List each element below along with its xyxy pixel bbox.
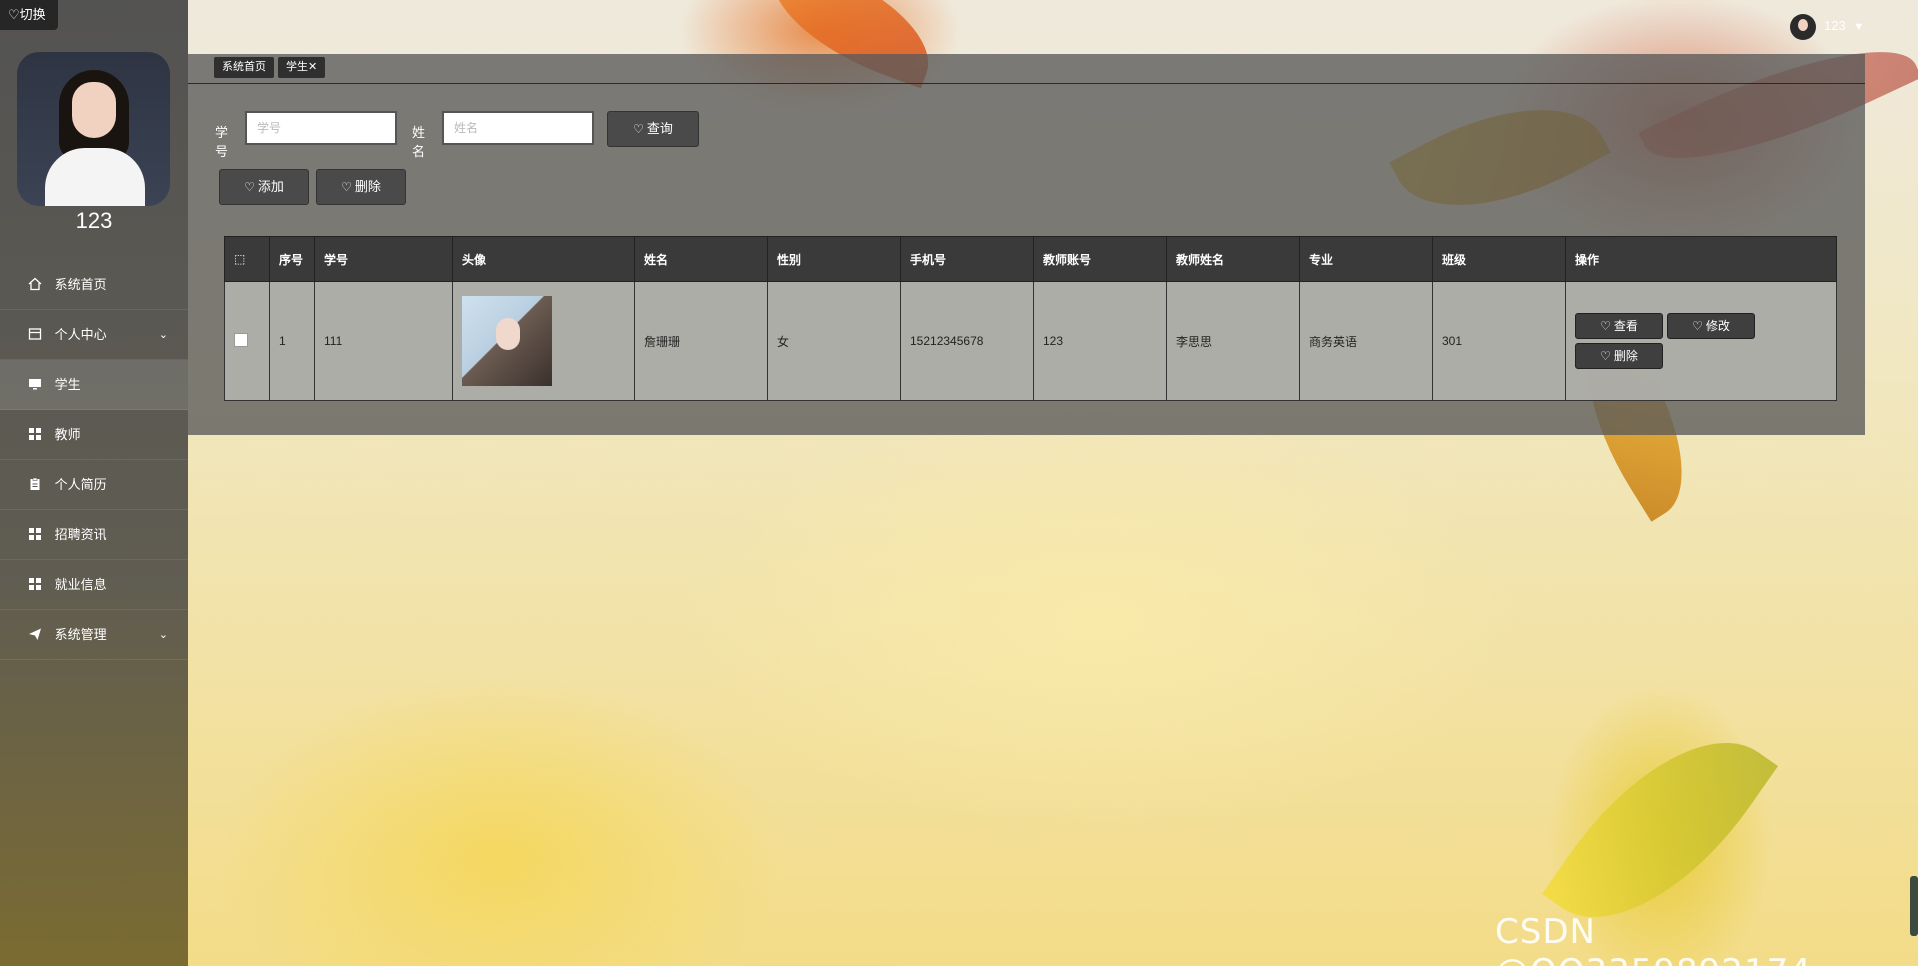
cell-major: 商务英语 [1299,281,1433,401]
sidebar-item-students[interactable]: 学生 [0,360,188,410]
sidebar-username: 123 [75,208,113,233]
tab-students[interactable]: 学生✕ [278,57,326,78]
cell-actions: ♡ 查看 ♡ 修改 ♡ 删除 [1565,281,1837,401]
student-table: ⬚ 序号 学号 头像 姓名 性别 手机号 教师账号 教师姓名 专业 班级 操作 … [224,236,1837,401]
sidebar-item-employment-info[interactable]: 就业信息 [0,560,188,610]
cell-teacher-name: 李思思 [1166,281,1300,401]
sidebar-item-personal-center[interactable]: 个人中心 ⌄ [0,310,188,360]
edit-button[interactable]: ♡ 修改 [1667,313,1755,339]
sidebar-item-label: 招聘资讯 [54,527,107,542]
cell-gender: 女 [767,281,901,401]
column-header: 手机号 [900,236,1034,282]
column-header: 序号 [269,236,315,282]
chevron-down-icon: ⌄ [158,629,168,641]
row-delete-button[interactable]: ♡ 删除 [1575,343,1663,369]
cell-phone: 15212345678 [900,281,1034,401]
column-header: 教师姓名 [1166,236,1300,282]
select-all-icon[interactable]: ⬚ [234,252,245,266]
column-header: 教师账号 [1033,236,1167,282]
cell-class: 301 [1432,281,1566,401]
grid-icon [29,528,41,540]
column-header: 班级 [1432,236,1566,282]
add-button[interactable]: ♡ 添加 [219,169,309,205]
delete-button[interactable]: ♡ 删除 [316,169,406,205]
cell-avatar [452,281,635,401]
column-header: 专业 [1299,236,1433,282]
column-header: 操作 [1565,236,1837,282]
tab-bar: 系统首页 学生✕ [188,54,1865,84]
column-header: 姓名 [634,236,768,282]
heart-icon: ♡ [341,180,352,194]
sidebar-item-label: 系统管理 [54,627,107,642]
heart-icon: ♡ [244,180,255,194]
query-button-label: 查询 [646,121,673,136]
sidebar: ♡切换 123 系统首页 个人中心 ⌄ 学生 教师 个人简历 招聘资讯 就业信息… [0,0,188,966]
heart-icon: ♡ [1692,319,1703,333]
sidebar-item-resume[interactable]: 个人简历 [0,460,188,510]
add-button-label: 添加 [257,179,284,194]
cell-student-id: 111 [314,281,453,401]
sidebar-item-label: 个人中心 [54,327,107,342]
sidebar-item-system-management[interactable]: 系统管理 ⌄ [0,610,188,660]
grid-icon [29,428,41,440]
chevron-down-icon: ⌄ [158,329,168,341]
name-label: 姓名 [412,125,426,159]
heart-icon: ♡ [1600,319,1611,333]
cell-teacher-account: 123 [1033,281,1167,401]
list-icon [28,328,42,340]
column-header: 头像 [452,236,635,282]
sidebar-item-label: 教师 [54,427,81,442]
row-select-cell [224,281,270,401]
column-header: 学号 [314,236,453,282]
csdn-watermark: CSDN @QQ3359892174 [1495,912,1811,966]
student-id-input[interactable] [245,111,397,145]
avatar [17,52,170,206]
grid-icon [29,578,41,590]
view-button-label: 查看 [1613,319,1638,333]
user-menu[interactable]: 123 ▼ [1790,12,1864,40]
tab-home[interactable]: 系统首页 [214,57,274,78]
view-button[interactable]: ♡ 查看 [1575,313,1663,339]
heart-icon: ♡ [1600,349,1611,363]
user-avatar [1790,13,1816,40]
switch-button[interactable]: ♡切换 [0,0,58,30]
cell-name: 詹珊珊 [634,281,768,401]
sidebar-item-label: 学生 [54,377,81,392]
sidebar-item-label: 就业信息 [54,577,107,592]
student-id-label: 学号 [215,125,229,159]
sidebar-item-teachers[interactable]: 教师 [0,410,188,460]
heart-icon: ♡ [633,122,644,136]
sidebar-item-home[interactable]: 系统首页 [0,260,188,310]
main-panel: 系统首页 学生✕ 学号 姓名 ♡查询 ♡添加 ♡删除 ⬚ 序号 学号 头像 姓名… [188,54,1865,435]
caret-down-icon: ▼ [1853,21,1865,33]
query-button[interactable]: ♡ 查询 [607,111,699,147]
user-name: 123 [1824,18,1846,33]
select-all-header[interactable]: ⬚ [224,236,270,282]
row-delete-button-label: 删除 [1613,349,1638,363]
home-icon [28,277,42,291]
sidebar-item-label: 个人简历 [54,477,107,492]
sidebar-item-recruitment-news[interactable]: 招聘资讯 [0,510,188,560]
monitor-icon [29,379,41,390]
scrollbar-handle[interactable] [1910,876,1918,936]
clipboard-icon [30,477,40,490]
student-avatar-image [462,296,552,386]
sidebar-menu: 系统首页 个人中心 ⌄ 学生 教师 个人简历 招聘资讯 就业信息 系统管理 ⌄ [0,260,188,660]
send-icon [29,628,41,640]
edit-button-label: 修改 [1705,319,1730,333]
table-row: 1 111 詹珊珊 女 15212345678 123 李思思 商务英语 301… [224,281,1837,401]
row-checkbox[interactable] [234,332,248,347]
delete-button-label: 删除 [354,179,381,194]
column-header: 性别 [767,236,901,282]
cell-index: 1 [269,281,315,401]
table-header-row: ⬚ 序号 学号 头像 姓名 性别 手机号 教师账号 教师姓名 专业 班级 操作 [224,236,1837,282]
sidebar-item-label: 系统首页 [54,277,107,292]
name-input[interactable] [442,111,594,145]
